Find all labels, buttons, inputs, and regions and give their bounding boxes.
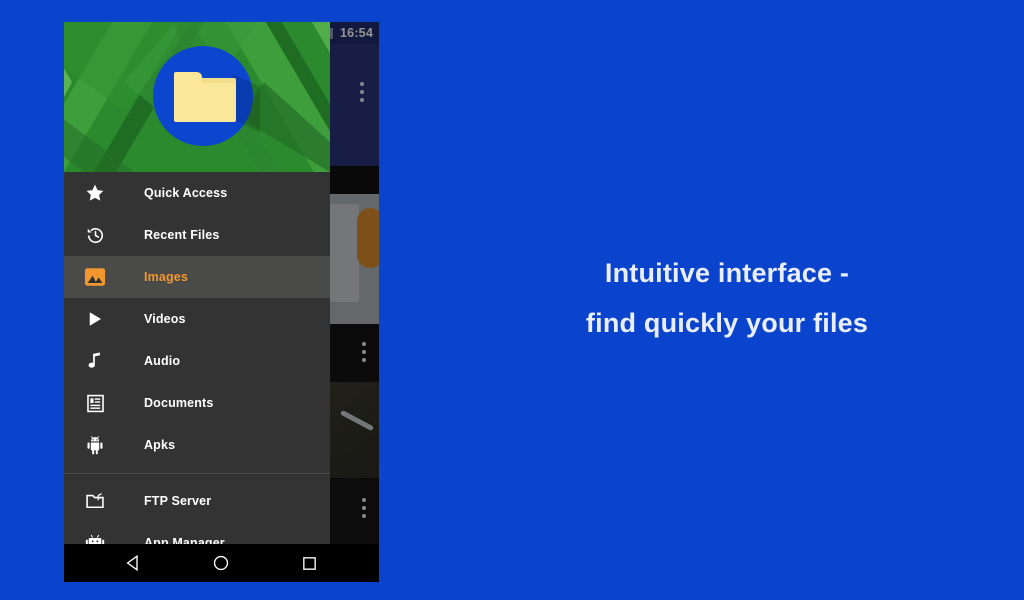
android-icon [82, 432, 108, 458]
recents-square-icon [302, 556, 316, 570]
home-circle-icon [214, 555, 229, 571]
folder-body [174, 78, 236, 122]
drawer-item-documents[interactable]: Documents [64, 382, 330, 424]
drawer-item-audio[interactable]: Audio [64, 340, 330, 382]
promo-text: Intuitive interface - find quickly your … [430, 248, 1024, 348]
play-icon [82, 306, 108, 332]
home-button[interactable] [206, 548, 236, 578]
drawer-item-recent-files[interactable]: Recent Files [64, 214, 330, 256]
promo-line-1: Intuitive interface - [604, 258, 850, 288]
history-icon [82, 222, 108, 248]
drawer-divider [64, 473, 330, 474]
music-note-icon [82, 348, 108, 374]
android-navigation-bar [64, 544, 379, 582]
star-icon [82, 180, 108, 206]
drawer-item-label: Audio [144, 354, 181, 368]
back-button[interactable] [119, 548, 149, 578]
drawer-item-label: Apks [144, 438, 176, 452]
ftp-folder-icon [82, 488, 108, 514]
document-icon [82, 390, 108, 416]
drawer-item-label: Recent Files [144, 228, 220, 242]
image-icon [82, 264, 108, 290]
drawer-menu: Quick Access Recent Files Images Videos … [64, 172, 330, 560]
phone-mockup: 16:54 ng 17 [64, 22, 379, 582]
drawer-item-videos[interactable]: Videos [64, 298, 330, 340]
promo-line-2: find quickly your files [585, 308, 869, 338]
drawer-item-label: Videos [144, 312, 186, 326]
drawer-item-label: Images [144, 270, 188, 284]
folder-lip [202, 78, 236, 83]
drawer-item-label: Documents [144, 396, 214, 410]
back-triangle-icon [126, 554, 138, 572]
drawer-item-ftp-server[interactable]: FTP Server [64, 480, 330, 522]
drawer-item-label: FTP Server [144, 494, 212, 508]
drawer-item-label: Quick Access [144, 186, 228, 200]
recents-button[interactable] [294, 548, 324, 578]
drawer-item-images[interactable]: Images [64, 256, 330, 298]
drawer-item-quick-access[interactable]: Quick Access [64, 172, 330, 214]
drawer-header [64, 22, 330, 172]
folder-icon [174, 72, 236, 122]
navigation-drawer: Quick Access Recent Files Images Videos … [64, 22, 330, 560]
drawer-item-apks[interactable]: Apks [64, 424, 330, 466]
